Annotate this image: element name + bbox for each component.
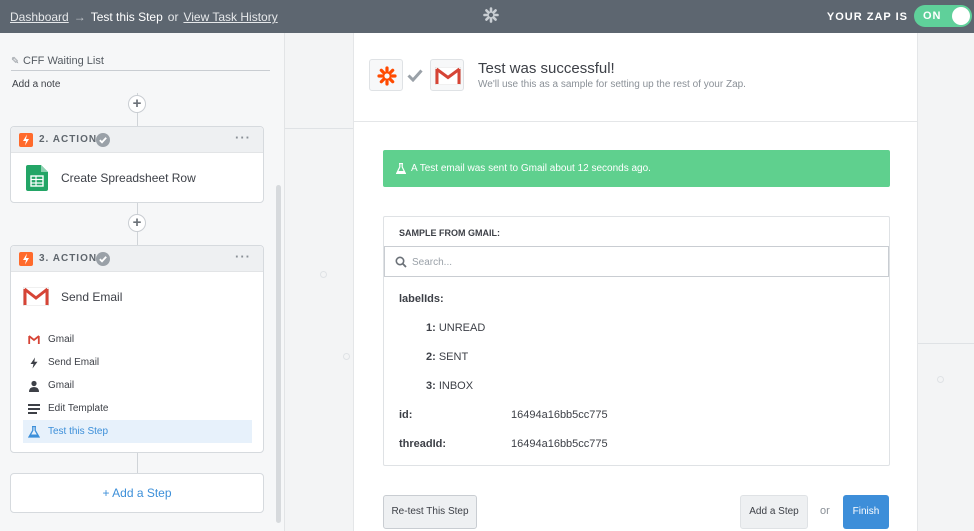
step-label: 3. ACTION xyxy=(39,253,98,264)
sub-item-choose-action[interactable]: Send Email xyxy=(23,351,252,374)
field-index: 3: xyxy=(426,380,436,392)
field-labelids: labelIds: xyxy=(399,293,444,305)
user-icon xyxy=(29,380,39,392)
labelids-item: 1: UNREAD xyxy=(426,322,485,334)
background-line xyxy=(918,343,974,344)
breadcrumb-current: Test this Step xyxy=(90,10,163,24)
sub-item-label: Test this Step xyxy=(48,426,109,437)
checkmark-icon xyxy=(407,69,423,82)
flask-icon xyxy=(396,163,406,174)
toggle-label: ON xyxy=(923,10,942,22)
bolt-icon xyxy=(19,252,33,266)
breadcrumb-arrow: → xyxy=(73,10,86,24)
check-circle-icon xyxy=(96,252,110,266)
step-title: Send Email xyxy=(61,290,123,304)
background-dot xyxy=(320,271,327,278)
breadcrumb-or: or xyxy=(167,10,179,24)
bolt-icon xyxy=(19,133,33,147)
field-index: 1: xyxy=(426,322,436,334)
add-note-link[interactable]: Add a note xyxy=(12,79,60,90)
step-card-3[interactable]: 3. ACTION ··· Send Email Gmail Send Emai… xyxy=(10,245,264,453)
field-value: INBOX xyxy=(438,380,474,392)
alert-message: A Test email was sent to Gmail about 12 … xyxy=(411,163,651,174)
top-bar: Dashboard → Test this Step or View Task Hist… xyxy=(0,0,974,33)
gmail-app-box xyxy=(430,59,464,91)
zap-name-field[interactable]: ✎ CFF Waiting List xyxy=(11,55,270,71)
success-subtitle: We'll use this as a sample for setting u… xyxy=(478,79,746,90)
sample-search[interactable] xyxy=(384,246,889,277)
sub-item-label: Gmail xyxy=(48,334,75,345)
field-key: labelIds: xyxy=(399,293,444,305)
success-alert: A Test email was sent to Gmail about 12 … xyxy=(383,150,890,187)
finish-button[interactable]: Finish xyxy=(843,495,889,529)
step-sub-list: Gmail Send Email Gmail Edit Template Tes… xyxy=(23,328,252,443)
connector-line xyxy=(137,453,138,473)
panel-header: Test was successful! We'll use this as a… xyxy=(354,33,917,122)
sub-item-test-step[interactable]: Test this Step xyxy=(23,420,252,443)
field-key: threadId: xyxy=(399,438,447,450)
add-step-button[interactable]: + Add a Step xyxy=(10,473,264,513)
main-area: Test was successful! We'll use this as a… xyxy=(285,33,974,531)
success-title: Test was successful! xyxy=(478,60,615,77)
test-step-panel: Test was successful! We'll use this as a… xyxy=(353,33,918,531)
field-value: UNREAD xyxy=(438,322,486,334)
flask-icon xyxy=(28,426,40,438)
sample-data-box: SAMPLE FROM GMAIL: labelIds: 1: UNREAD 2… xyxy=(383,216,890,466)
sidebar-scrollbar[interactable] xyxy=(276,185,281,523)
sub-item-edit-template[interactable]: Edit Template xyxy=(23,397,252,420)
field-id: id: 16494a16bb5cc775 xyxy=(399,409,608,421)
zapier-logo-icon[interactable] xyxy=(483,7,499,23)
search-icon xyxy=(395,256,407,268)
step-card-2[interactable]: 2. ACTION ··· Create Spreadsheet Row xyxy=(10,126,264,203)
step-title: Create Spreadsheet Row xyxy=(61,171,196,185)
field-value: 16494a16bb5cc775 xyxy=(511,438,608,450)
gmail-icon xyxy=(28,335,40,344)
sidebar: ✎ CFF Waiting List Add a note + 2. ACTION… xyxy=(0,33,285,531)
view-task-history-link[interactable]: View Task History xyxy=(183,10,277,24)
list-icon xyxy=(28,404,40,414)
field-index: 2: xyxy=(426,351,436,363)
search-input[interactable] xyxy=(412,253,852,271)
step-card-header: 3. ACTION ··· xyxy=(11,246,263,272)
breadcrumb: Dashboard → Test this Step or View Task Hist… xyxy=(10,10,278,24)
background-line xyxy=(285,128,353,129)
step-label: 2. ACTION xyxy=(39,134,98,145)
zapier-app-box xyxy=(369,59,403,91)
or-separator: or xyxy=(820,505,830,517)
insert-step-button[interactable]: + xyxy=(128,214,146,232)
field-value: SENT xyxy=(438,351,469,363)
sub-item-choose-app[interactable]: Gmail xyxy=(23,328,252,351)
background-dot xyxy=(937,376,944,383)
gmail-icon xyxy=(23,287,49,306)
sub-item-choose-account[interactable]: Gmail xyxy=(23,374,252,397)
gmail-icon xyxy=(435,67,461,85)
bolt-icon xyxy=(30,357,38,369)
labelids-item: 3: INBOX xyxy=(426,380,473,392)
google-sheets-icon xyxy=(26,165,48,191)
step-menu-icon[interactable]: ··· xyxy=(235,130,251,145)
zap-status-label: YOUR ZAP IS xyxy=(826,11,908,23)
toggle-knob xyxy=(952,7,970,25)
zap-on-toggle[interactable]: ON xyxy=(914,5,972,27)
sub-item-label: Edit Template xyxy=(48,403,109,414)
check-circle-icon xyxy=(96,133,110,147)
sub-item-label: Gmail xyxy=(48,380,75,391)
labelids-item: 2: SENT xyxy=(426,351,468,363)
insert-step-button[interactable]: + xyxy=(128,95,146,113)
sample-header: SAMPLE FROM GMAIL: xyxy=(399,228,500,238)
sub-item-label: Send Email xyxy=(48,357,100,368)
field-threadid: threadId: 16494a16bb5cc775 xyxy=(399,438,608,450)
field-key: id: xyxy=(399,409,413,421)
zapier-asterisk-icon xyxy=(377,66,397,86)
zap-name: CFF Waiting List xyxy=(23,55,104,67)
step-card-header: 2. ACTION ··· xyxy=(11,127,263,153)
step-menu-icon[interactable]: ··· xyxy=(235,249,251,264)
dashboard-link[interactable]: Dashboard xyxy=(10,10,69,24)
add-a-step-button[interactable]: Add a Step xyxy=(740,495,808,529)
field-value: 16494a16bb5cc775 xyxy=(511,409,608,421)
background-dot xyxy=(343,353,350,360)
pencil-icon: ✎ xyxy=(11,56,20,67)
retest-step-button[interactable]: Re-test This Step xyxy=(383,495,477,529)
